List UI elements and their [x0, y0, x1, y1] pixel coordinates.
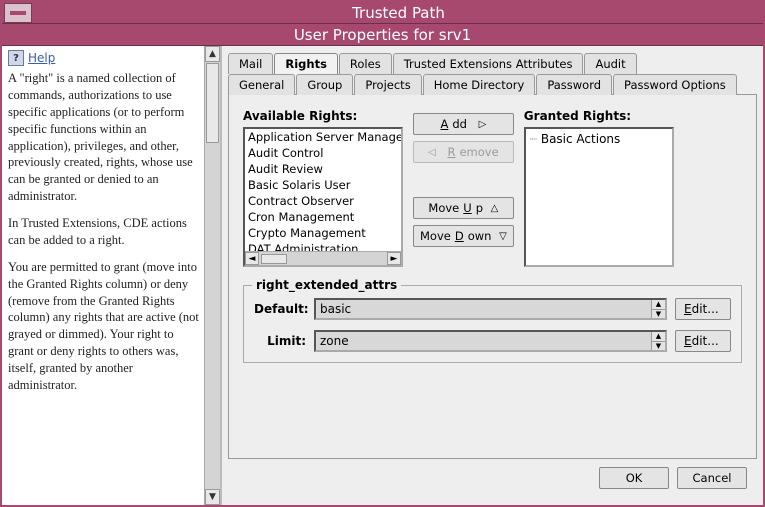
default-spinner[interactable]: basic ▲▼	[314, 298, 667, 320]
dialog-footer: OK Cancel	[228, 459, 757, 499]
list-item[interactable]: Application Server Managem	[245, 129, 401, 145]
limit-value: zone	[316, 332, 651, 350]
tab-general[interactable]: General	[228, 74, 295, 95]
tab-roles[interactable]: Roles	[339, 53, 392, 74]
tab-mail[interactable]: Mail	[228, 53, 273, 74]
list-item[interactable]: Cron Management	[245, 209, 401, 225]
move-up-button[interactable]: Move Up △	[413, 197, 514, 219]
titlebar[interactable]: Trusted Path	[2, 2, 763, 24]
help-scrollbar[interactable]: ▲ ▼	[204, 46, 220, 505]
limit-row: Limit: zone ▲▼ Edit...	[254, 330, 731, 352]
scroll-left-icon: ◄	[245, 252, 259, 265]
help-para-0: A "right" is a named collection of comma…	[8, 70, 200, 205]
list-item[interactable]: DAT Administration	[245, 241, 401, 251]
subtitle-bar: User Properties for srv1	[2, 24, 763, 46]
help-body: A "right" is a named collection of comma…	[8, 70, 200, 394]
default-value: basic	[316, 300, 651, 318]
spin-up-icon: ▲	[652, 332, 665, 342]
list-item[interactable]: Contract Observer	[245, 193, 401, 209]
chevron-up-icon: △	[491, 203, 499, 214]
help-title[interactable]: Help	[28, 51, 55, 65]
help-pane: ? Help A "right" is a named collection o…	[2, 46, 222, 505]
content-area: ? Help A "right" is a named collection o…	[2, 46, 763, 505]
default-row: Default: basic ▲▼ Edit...	[254, 298, 731, 320]
window-title: Trusted Path	[34, 4, 763, 22]
limit-label: Limit:	[254, 334, 306, 348]
tab-home[interactable]: Home Directory	[423, 74, 536, 95]
spin-down-icon: ▼	[652, 342, 665, 351]
granted-item[interactable]: Basic Actions	[530, 132, 668, 146]
ext-attrs-fieldset: right_extended_attrs Default: basic ▲▼ E…	[243, 285, 742, 363]
tab-password-options[interactable]: Password Options	[613, 74, 737, 95]
list-item[interactable]: Basic Solaris User	[245, 177, 401, 193]
tab-projects[interactable]: Projects	[354, 74, 421, 95]
tab-body: Available Rights: Application Server Man…	[228, 94, 757, 459]
available-label: Available Rights:	[243, 109, 403, 123]
spin-up-icon: ▲	[652, 300, 665, 310]
list-item[interactable]: Audit Control	[245, 145, 401, 161]
window-subtitle: User Properties for srv1	[294, 26, 471, 44]
tabs-row-1: Mail Rights Roles Trusted Extensions Att…	[228, 52, 757, 73]
help-para-2: You are permitted to grant (move into th…	[8, 259, 200, 394]
limit-spinner[interactable]: zone ▲▼	[314, 330, 667, 352]
tab-password[interactable]: Password	[536, 74, 612, 95]
edit-default-button[interactable]: Edit...	[675, 298, 731, 320]
tab-rights[interactable]: Rights	[274, 53, 338, 74]
list-item[interactable]: Audit Review	[245, 161, 401, 177]
ext-attrs-legend: right_extended_attrs	[252, 278, 401, 292]
granted-listbox[interactable]: Basic Actions	[524, 127, 674, 267]
list-item[interactable]: Crypto Management	[245, 225, 401, 241]
scroll-up-icon: ▲	[205, 46, 220, 62]
button-column: Add ▷ ◁ Remove Move Up △ Move Down ▽	[413, 109, 514, 247]
chevron-down-icon: ▽	[499, 231, 507, 242]
help-header: ? Help	[8, 50, 200, 66]
scroll-thumb	[206, 63, 219, 143]
help-inner: ? Help A "right" is a named collection o…	[2, 46, 204, 505]
remove-button: ◁ Remove	[413, 141, 514, 163]
granted-col: Granted Rights: Basic Actions	[524, 109, 674, 267]
chevron-left-icon: ◁	[428, 147, 436, 158]
cancel-button[interactable]: Cancel	[677, 467, 747, 489]
add-button[interactable]: Add ▷	[413, 113, 514, 135]
tab-audit[interactable]: Audit	[584, 53, 636, 74]
help-para-1: In Trusted Extensions, CDE actions can b…	[8, 215, 200, 249]
granted-label: Granted Rights:	[524, 109, 674, 123]
tab-group[interactable]: Group	[296, 74, 353, 95]
spin-down-icon: ▼	[652, 310, 665, 319]
edit-limit-button[interactable]: Edit...	[675, 330, 731, 352]
available-col: Available Rights: Application Server Man…	[243, 109, 403, 267]
ok-button[interactable]: OK	[599, 467, 669, 489]
default-label: Default:	[254, 302, 306, 316]
tabs-row-2: General Group Projects Home Directory Pa…	[228, 73, 757, 94]
tab-trusted-ext[interactable]: Trusted Extensions Attributes	[393, 53, 584, 74]
system-menu-button[interactable]	[4, 3, 32, 23]
window-root: Trusted Path User Properties for srv1 ? …	[0, 0, 765, 507]
rights-section: Available Rights: Application Server Man…	[243, 109, 742, 267]
scroll-down-icon: ▼	[205, 489, 220, 505]
help-icon: ?	[8, 50, 24, 66]
scroll-right-icon: ►	[387, 252, 401, 265]
list-hscrollbar[interactable]: ◄ ►	[245, 251, 401, 265]
main-pane: Mail Rights Roles Trusted Extensions Att…	[222, 46, 763, 505]
move-down-button[interactable]: Move Down ▽	[413, 225, 514, 247]
available-listbox[interactable]: Application Server Managem Audit Control…	[243, 127, 403, 267]
chevron-right-icon: ▷	[479, 119, 487, 130]
